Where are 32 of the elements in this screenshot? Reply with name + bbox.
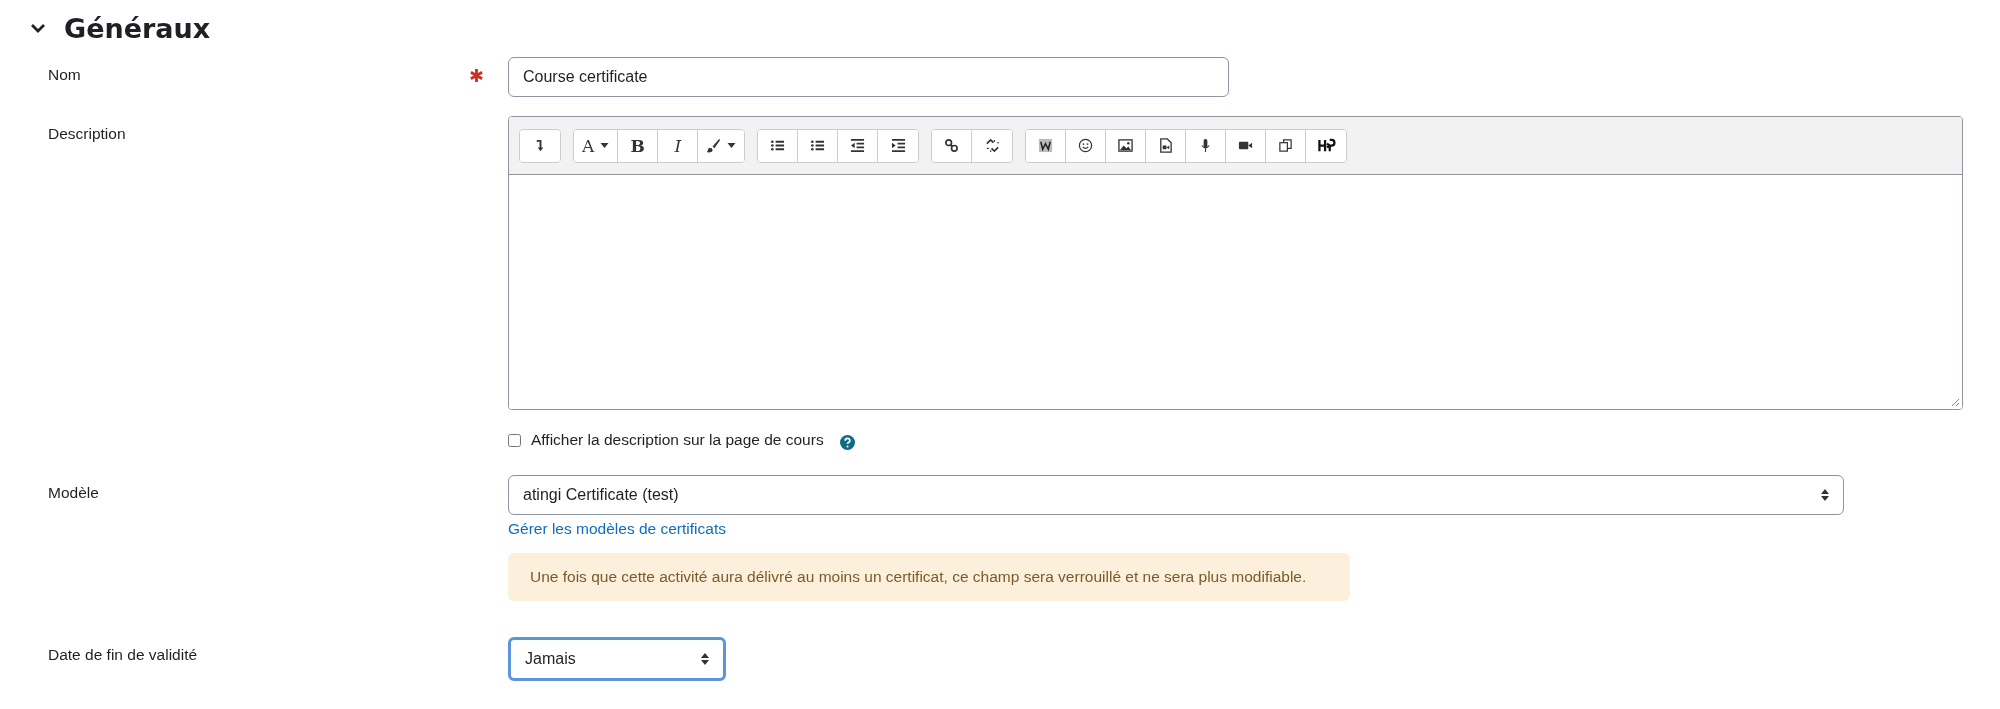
updown-icon xyxy=(1821,489,1829,501)
updown-icon xyxy=(701,653,709,665)
format-button[interactable]: A xyxy=(574,129,619,162)
copy-icon xyxy=(1278,138,1294,153)
field-label: Date de fin de validité xyxy=(48,646,198,663)
checkbox-label: Afficher la description sur la page de cours xyxy=(531,431,824,449)
expiry-select[interactable]: Jamais xyxy=(508,637,726,681)
resize-grip-icon[interactable] xyxy=(1950,397,1960,407)
manage-templates-link[interactable]: Gérer les modèles de certificats xyxy=(508,520,726,538)
document-icon xyxy=(1038,138,1054,153)
list-icon xyxy=(770,138,786,153)
toolbar-button[interactable] xyxy=(932,129,973,162)
brush-icon xyxy=(706,138,722,153)
image-icon xyxy=(1118,138,1134,153)
link-icon xyxy=(944,138,960,153)
help-icon[interactable] xyxy=(839,435,855,450)
indent-icon xyxy=(890,138,906,153)
caret-icon xyxy=(600,143,610,148)
field-label: Description xyxy=(48,125,126,142)
section-title: Généraux xyxy=(64,12,211,44)
toolbar-button[interactable] xyxy=(1026,129,1067,162)
caret-icon xyxy=(727,143,737,148)
name-input[interactable]: Course certificate xyxy=(508,57,1229,97)
outdent-icon xyxy=(850,138,866,153)
checkbox[interactable] xyxy=(508,433,521,447)
media-file-icon xyxy=(1158,138,1174,153)
template-select[interactable]: atingi Certificate (test) xyxy=(508,475,1844,515)
smiley-icon xyxy=(1078,138,1094,153)
warning-alert: Une fois que cette activité aura délivré au moins un certificat, ce champ sera verrouillé et ne sera plus modifiable. xyxy=(508,553,1350,601)
field-label: Modèle xyxy=(48,484,99,501)
toolbar-button[interactable] xyxy=(758,129,799,162)
field-label: Nom xyxy=(48,66,81,83)
